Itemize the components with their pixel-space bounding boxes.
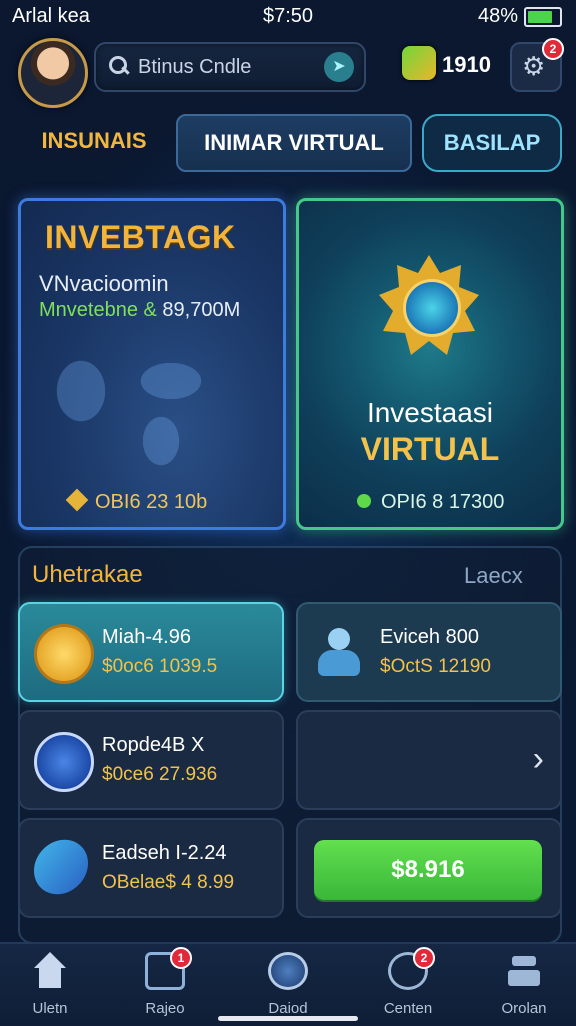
item-value: OBelae$ 4 8.99: [102, 872, 235, 893]
diamond-icon: [65, 488, 89, 512]
nav-item-centen[interactable]: 2 Centen: [358, 947, 458, 1017]
chevron-right-icon[interactable]: ›: [533, 740, 544, 779]
avatar[interactable]: [18, 38, 88, 108]
bank-coin-icon: [34, 732, 94, 792]
home-icon: [30, 952, 70, 990]
nav-label: Daiod: [268, 1000, 308, 1017]
settings-button[interactable]: ⚙ 2: [510, 38, 564, 92]
nav-badge: 1: [170, 947, 192, 969]
gear-icon: ⚙: [522, 51, 546, 81]
item-value: $0ce6 27.936: [102, 764, 218, 785]
nav-label: Uletn: [32, 1000, 68, 1017]
battery-icon: [524, 6, 562, 27]
list-item-more[interactable]: ›: [296, 710, 562, 810]
dashboard-icon: [504, 952, 544, 990]
coin-balance: 1910: [442, 52, 491, 77]
item-value: $OctS 12190: [380, 656, 491, 677]
list-item[interactable]: Eviceh 800 $OctS 12190: [296, 602, 562, 702]
item-name: Eadseh I-2.24: [102, 842, 227, 864]
search-go-icon[interactable]: ➤: [324, 52, 354, 82]
tab-inimar-virtual[interactable]: INIMAR VIRTUAL: [176, 114, 412, 172]
clock-icon: 2: [388, 947, 435, 990]
coin-icon: [402, 46, 436, 80]
card-value-line: Mnvetebne & 89,700M: [39, 299, 240, 322]
card-value: 89,700M: [162, 299, 241, 321]
card-title-line2: VIRTUAL: [360, 431, 500, 467]
battery-percent: 48%: [477, 5, 518, 27]
item-name: Miah-4.96: [102, 626, 191, 648]
card-subtitle: VNvacioomin: [39, 271, 169, 296]
nav-item-orolan[interactable]: Orolan: [474, 952, 574, 1017]
chart-box-icon: 1: [145, 947, 192, 990]
card-value-label: Mnvetebne &: [39, 299, 157, 321]
panel-title: Uhetrakae: [32, 561, 143, 588]
investment-card-left[interactable]: INVEBTAGK VNvacioomin Mnvetebne & 89,700…: [18, 198, 286, 530]
person-icon: [312, 624, 366, 678]
status-bar: Arlal kea $7:50 48%: [0, 0, 576, 34]
tab-insunais[interactable]: INSUNAIS: [22, 114, 166, 168]
item-name: Ropde4B X: [102, 734, 205, 756]
card-footer: OBI6 23 10b: [65, 488, 208, 514]
item-name: Eviceh 800: [380, 626, 479, 648]
bottom-nav: Uletn 1 Rajeo Daiod 2 Centen Orolan: [0, 942, 576, 1026]
search-input[interactable]: Btinus Cndle: [138, 56, 324, 79]
list-item[interactable]: Eadseh I-2.24 OBelae$ 4 8.99: [18, 818, 284, 918]
building-icon: [34, 836, 88, 898]
nav-badge: 2: [413, 947, 435, 969]
panel-see-all-link[interactable]: Laecx: [464, 563, 523, 589]
leaf-icon: [357, 494, 371, 508]
nav-label: Orolan: [501, 1000, 547, 1017]
buy-button[interactable]: $8.916: [314, 840, 542, 900]
nav-label: Rajeo: [145, 1000, 185, 1017]
world-map-graphic: [41, 351, 241, 471]
card-footer-text: OPI6 8 17300: [381, 491, 505, 513]
search-bar[interactable]: Btinus Cndle ➤: [94, 42, 366, 92]
medal-icon: [379, 255, 479, 355]
card-title-line1: Investaasi: [366, 397, 494, 428]
card-footer-text: OBI6 23 10b: [95, 491, 208, 513]
nav-label: Centen: [383, 1000, 433, 1017]
search-icon: [106, 54, 132, 80]
coin-stack-icon: [34, 624, 94, 684]
nav-item-rajeo[interactable]: 1 Rajeo: [115, 947, 215, 1017]
list-item[interactable]: Ropde4B X $0ce6 27.936: [18, 710, 284, 810]
home-indicator: [218, 1016, 358, 1021]
tab-basilap[interactable]: BASILAP: [422, 114, 562, 172]
mail-icon: [268, 952, 308, 990]
card-footer: OPI6 8 17300: [357, 491, 504, 514]
notification-badge: 2: [542, 38, 564, 60]
status-right: 48%: [478, 5, 562, 28]
nav-item-daiod[interactable]: Daiod: [238, 952, 338, 1017]
investment-card-right[interactable]: Investaasi VIRTUAL OPI6 8 17300: [296, 198, 564, 530]
nav-item-home[interactable]: Uletn: [0, 952, 100, 1017]
item-value: $0oc6 1039.5: [102, 656, 218, 677]
list-item[interactable]: Miah-4.96 $0oc6 1039.5: [18, 602, 284, 702]
card-title: INVEBTAGK: [45, 219, 236, 255]
